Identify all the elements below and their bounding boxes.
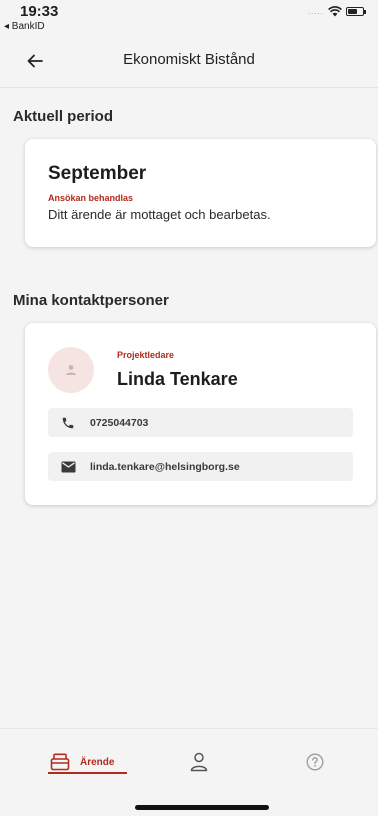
tab-arende-label: Ärende: [80, 756, 115, 768]
mail-icon: [60, 459, 76, 475]
contacts-heading: Mina kontaktpersoner: [13, 292, 169, 309]
app-header: Ekonomiskt Bistånd: [0, 42, 378, 80]
status-icons: .....: [307, 6, 366, 17]
wifi-icon: [328, 6, 342, 17]
period-description: Ditt ärende är mottaget och bearbetas.: [48, 207, 271, 222]
contact-name: Linda Tenkare: [117, 369, 238, 389]
battery-icon: [346, 7, 366, 16]
header-divider: [0, 87, 378, 88]
help-icon: [306, 753, 324, 771]
phone-icon: [60, 415, 76, 431]
period-month: September: [48, 163, 147, 184]
avatar: [48, 347, 94, 393]
current-period-heading: Aktuell period: [13, 108, 114, 125]
status-bar: 19:33 ◂ BankID .....: [0, 0, 378, 42]
home-indicator: [135, 805, 269, 810]
back-to-app-link[interactable]: ◂ BankID: [4, 21, 45, 32]
email-address: linda.tenkare@helsingborg.se: [90, 460, 240, 473]
bottom-nav: Ärende: [0, 728, 378, 816]
contact-card: Projektledare Linda Tenkare 0725044703 l…: [25, 323, 376, 505]
briefcase-icon: [50, 753, 70, 771]
person-icon: [66, 365, 76, 375]
phone-row[interactable]: 0725044703: [48, 408, 353, 437]
signal-icon: .....: [307, 7, 324, 16]
application-status: Ansökan behandlas: [48, 193, 134, 203]
active-tab-indicator: [48, 772, 127, 774]
current-period-card[interactable]: September Ansökan behandlas Ditt ärende …: [25, 139, 376, 247]
status-time: 19:33: [20, 3, 59, 20]
tab-profile[interactable]: [190, 747, 208, 777]
tab-help[interactable]: [306, 747, 324, 777]
page-title: Ekonomiskt Bistånd: [123, 51, 255, 68]
phone-number: 0725044703: [90, 416, 149, 429]
contact-role: Projektledare: [117, 350, 175, 360]
user-icon: [190, 752, 208, 772]
email-row[interactable]: linda.tenkare@helsingborg.se: [48, 452, 353, 481]
